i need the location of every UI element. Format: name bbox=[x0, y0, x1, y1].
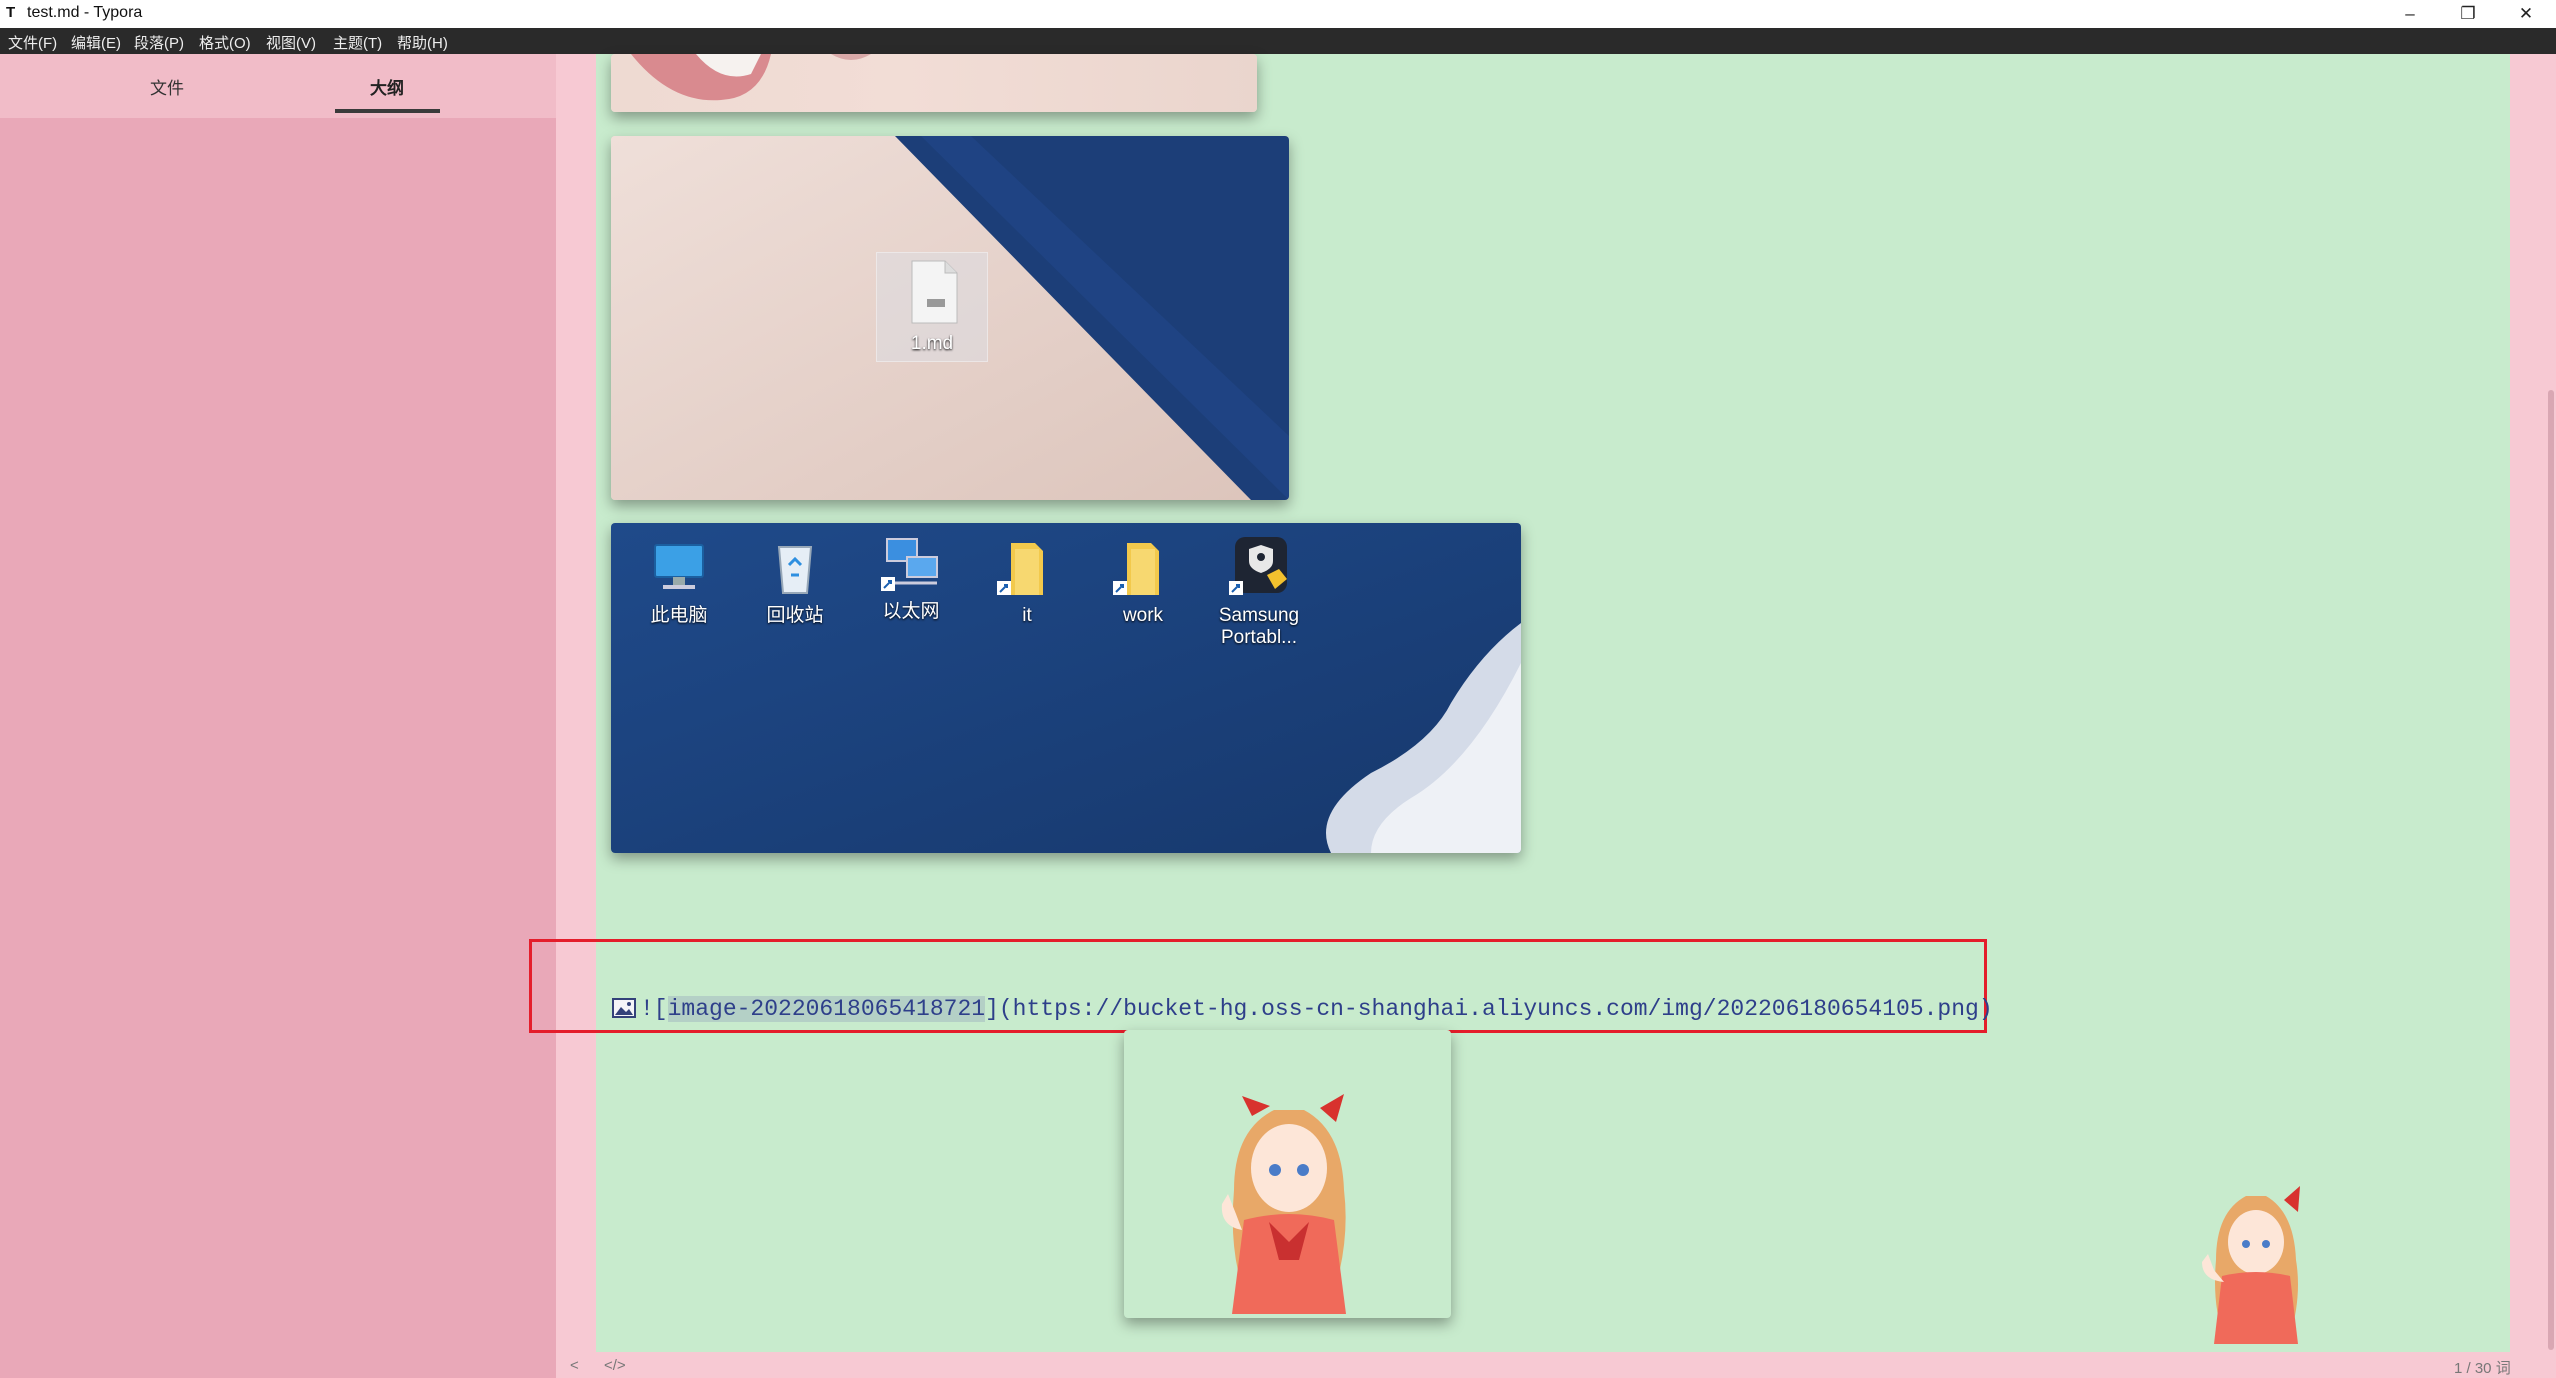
embedded-image-lips[interactable] bbox=[611, 54, 1257, 112]
desktop-icon-label: 此电脑 bbox=[650, 605, 708, 626]
active-tab-indicator bbox=[335, 109, 440, 113]
desktop-icon-label: 以太网 bbox=[882, 601, 940, 622]
markdown-image-prefix: ![ bbox=[640, 996, 668, 1022]
sidebar: 文件 大纲 bbox=[0, 54, 556, 1378]
menu-help[interactable]: 帮助(H) bbox=[397, 32, 448, 53]
markdown-image-middle: ]( bbox=[985, 996, 1013, 1022]
network-icon bbox=[881, 538, 938, 591]
markdown-image-suffix: ) bbox=[1978, 996, 1993, 1022]
computer-icon bbox=[654, 544, 704, 589]
desktop-icon-label: work bbox=[1122, 605, 1164, 626]
folder-icon bbox=[997, 543, 1043, 595]
menu-file[interactable]: 文件(F) bbox=[8, 32, 57, 53]
folder-icon bbox=[1113, 543, 1159, 595]
markdown-image-alt: image-20220618065418721 bbox=[667, 996, 986, 1022]
tab-files[interactable]: 文件 bbox=[107, 74, 227, 99]
status-bar: < </> 1 / 30 词 bbox=[556, 1352, 2556, 1378]
maximize-button[interactable]: ❐ bbox=[2440, 0, 2496, 28]
samsung-shield-icon bbox=[1229, 537, 1287, 595]
embedded-image-character[interactable] bbox=[1124, 1030, 1451, 1318]
typora-app-icon: T bbox=[6, 4, 16, 21]
desktop-icon-ethernet[interactable]: 以太网 bbox=[861, 531, 961, 623]
window-title: test.md - Typora bbox=[27, 4, 143, 21]
anime-character-graphic bbox=[1221, 1094, 1346, 1314]
menu-view[interactable]: 视图(V) bbox=[266, 32, 316, 53]
md-file-icon[interactable]: 1.md bbox=[876, 252, 988, 362]
menu-bar: 文件(F) 编辑(E) 段落(P) 格式(O) 视图(V) 主题(T) 帮助(H… bbox=[0, 28, 2556, 54]
source-mode-toggle[interactable]: </> bbox=[604, 1357, 626, 1374]
title-bar: T test.md - Typora – ❐ ✕ bbox=[0, 0, 2556, 28]
tab-outline[interactable]: 大纲 bbox=[327, 74, 447, 99]
menu-edit[interactable]: 编辑(E) bbox=[71, 32, 121, 53]
desktop-icon-this-pc[interactable]: 此电脑 bbox=[629, 535, 729, 627]
menu-paragraph[interactable]: 段落(P) bbox=[134, 32, 184, 53]
minimize-button[interactable]: – bbox=[2382, 0, 2438, 28]
markdown-image-url[interactable]: https://bucket-hg.oss-cn-shanghai.aliyun… bbox=[1013, 996, 1979, 1022]
sidebar-toggle-button[interactable]: < bbox=[570, 1357, 579, 1374]
word-count[interactable]: 1 / 30 词 bbox=[2454, 1357, 2511, 1378]
recycle-bin-icon bbox=[777, 546, 813, 594]
close-button[interactable]: ✕ bbox=[2498, 0, 2554, 28]
editor-gutter bbox=[556, 54, 596, 1354]
embedded-image-desktop-icons[interactable]: 此电脑 回收站 以太网 it work Samsung Portabl... bbox=[611, 523, 1521, 853]
image-icon bbox=[612, 998, 636, 1018]
desktop-icon-folder-it[interactable]: it bbox=[977, 535, 1077, 627]
character-mascot bbox=[2202, 1186, 2300, 1344]
lips-image-graphic bbox=[631, 54, 871, 101]
vertical-scrollbar[interactable] bbox=[2548, 390, 2554, 1350]
desktop-icon-recycle-bin[interactable]: 回收站 bbox=[745, 535, 845, 627]
desktop-icon-label: 回收站 bbox=[766, 605, 824, 626]
menu-format[interactable]: 格式(O) bbox=[199, 32, 251, 53]
desktop-icon-folder-work[interactable]: work bbox=[1093, 535, 1193, 627]
image-markdown-source[interactable]: ![image-20220618065418721](https://bucke… bbox=[612, 996, 1993, 1022]
desktop-icon-samsung[interactable]: Samsung Portabl... bbox=[1209, 535, 1309, 649]
file-icon-label: 1.md bbox=[910, 333, 954, 354]
desktop-icon-label: Samsung Portabl... bbox=[1218, 605, 1300, 648]
menu-theme[interactable]: 主题(T) bbox=[333, 32, 382, 53]
sidebar-tabs: 文件 大纲 bbox=[0, 54, 556, 118]
document-icon bbox=[911, 260, 958, 324]
desktop-icon-label: it bbox=[1022, 605, 1032, 626]
